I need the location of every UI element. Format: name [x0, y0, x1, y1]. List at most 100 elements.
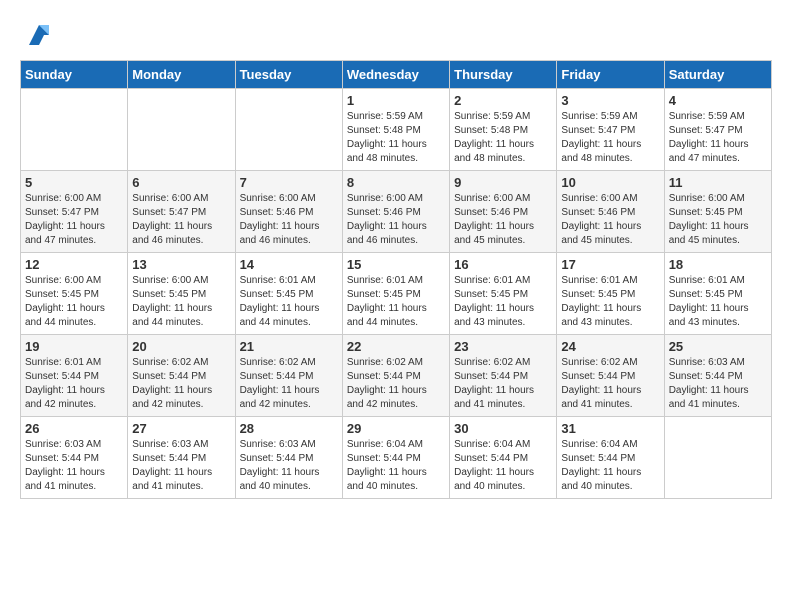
calendar-cell: 18 Sunrise: 6:01 AM Sunset: 5:45 PM Dayl… [664, 253, 771, 335]
calendar-cell: 28 Sunrise: 6:03 AM Sunset: 5:44 PM Dayl… [235, 417, 342, 499]
calendar-table: SundayMondayTuesdayWednesdayThursdayFrid… [20, 60, 772, 499]
day-number: 15 [347, 257, 445, 272]
calendar-cell [664, 417, 771, 499]
day-info: Sunrise: 6:00 AM Sunset: 5:46 PM Dayligh… [454, 192, 552, 248]
day-info: Sunrise: 6:01 AM Sunset: 5:45 PM Dayligh… [347, 274, 445, 330]
calendar-week-row: 1 Sunrise: 5:59 AM Sunset: 5:48 PM Dayli… [21, 89, 772, 171]
day-info: Sunrise: 6:00 AM Sunset: 5:47 PM Dayligh… [132, 192, 230, 248]
day-info: Sunrise: 6:00 AM Sunset: 5:46 PM Dayligh… [240, 192, 338, 248]
calendar-cell: 11 Sunrise: 6:00 AM Sunset: 5:45 PM Dayl… [664, 171, 771, 253]
day-number: 26 [25, 421, 123, 436]
calendar-cell: 24 Sunrise: 6:02 AM Sunset: 5:44 PM Dayl… [557, 335, 664, 417]
logo [20, 20, 54, 50]
calendar-cell: 1 Sunrise: 5:59 AM Sunset: 5:48 PM Dayli… [342, 89, 449, 171]
calendar-cell: 15 Sunrise: 6:01 AM Sunset: 5:45 PM Dayl… [342, 253, 449, 335]
day-info: Sunrise: 6:00 AM Sunset: 5:46 PM Dayligh… [561, 192, 659, 248]
day-info: Sunrise: 6:00 AM Sunset: 5:45 PM Dayligh… [25, 274, 123, 330]
calendar-cell: 26 Sunrise: 6:03 AM Sunset: 5:44 PM Dayl… [21, 417, 128, 499]
day-info: Sunrise: 6:01 AM Sunset: 5:45 PM Dayligh… [561, 274, 659, 330]
day-number: 22 [347, 339, 445, 354]
page-header [20, 20, 772, 50]
day-info: Sunrise: 6:00 AM Sunset: 5:46 PM Dayligh… [347, 192, 445, 248]
logo-icon [24, 20, 54, 50]
calendar-cell: 3 Sunrise: 5:59 AM Sunset: 5:47 PM Dayli… [557, 89, 664, 171]
day-info: Sunrise: 6:04 AM Sunset: 5:44 PM Dayligh… [454, 438, 552, 494]
day-info: Sunrise: 6:02 AM Sunset: 5:44 PM Dayligh… [561, 356, 659, 412]
day-info: Sunrise: 6:00 AM Sunset: 5:45 PM Dayligh… [669, 192, 767, 248]
day-info: Sunrise: 6:04 AM Sunset: 5:44 PM Dayligh… [347, 438, 445, 494]
day-info: Sunrise: 6:02 AM Sunset: 5:44 PM Dayligh… [240, 356, 338, 412]
calendar-cell: 12 Sunrise: 6:00 AM Sunset: 5:45 PM Dayl… [21, 253, 128, 335]
day-info: Sunrise: 6:02 AM Sunset: 5:44 PM Dayligh… [132, 356, 230, 412]
calendar-cell: 23 Sunrise: 6:02 AM Sunset: 5:44 PM Dayl… [450, 335, 557, 417]
day-number: 10 [561, 175, 659, 190]
calendar-cell: 8 Sunrise: 6:00 AM Sunset: 5:46 PM Dayli… [342, 171, 449, 253]
day-info: Sunrise: 6:01 AM Sunset: 5:45 PM Dayligh… [669, 274, 767, 330]
day-number: 8 [347, 175, 445, 190]
day-number: 18 [669, 257, 767, 272]
day-number: 29 [347, 421, 445, 436]
calendar-cell: 2 Sunrise: 5:59 AM Sunset: 5:48 PM Dayli… [450, 89, 557, 171]
day-info: Sunrise: 5:59 AM Sunset: 5:48 PM Dayligh… [454, 110, 552, 166]
calendar-cell: 13 Sunrise: 6:00 AM Sunset: 5:45 PM Dayl… [128, 253, 235, 335]
day-number: 14 [240, 257, 338, 272]
calendar-cell [128, 89, 235, 171]
calendar-cell: 20 Sunrise: 6:02 AM Sunset: 5:44 PM Dayl… [128, 335, 235, 417]
day-number: 25 [669, 339, 767, 354]
day-info: Sunrise: 6:02 AM Sunset: 5:44 PM Dayligh… [454, 356, 552, 412]
calendar-cell: 16 Sunrise: 6:01 AM Sunset: 5:45 PM Dayl… [450, 253, 557, 335]
day-number: 24 [561, 339, 659, 354]
calendar-cell: 9 Sunrise: 6:00 AM Sunset: 5:46 PM Dayli… [450, 171, 557, 253]
day-info: Sunrise: 6:01 AM Sunset: 5:44 PM Dayligh… [25, 356, 123, 412]
day-info: Sunrise: 5:59 AM Sunset: 5:48 PM Dayligh… [347, 110, 445, 166]
column-header-sunday: Sunday [21, 61, 128, 89]
column-header-saturday: Saturday [664, 61, 771, 89]
day-number: 19 [25, 339, 123, 354]
calendar-cell: 29 Sunrise: 6:04 AM Sunset: 5:44 PM Dayl… [342, 417, 449, 499]
day-info: Sunrise: 6:00 AM Sunset: 5:47 PM Dayligh… [25, 192, 123, 248]
column-header-wednesday: Wednesday [342, 61, 449, 89]
column-header-thursday: Thursday [450, 61, 557, 89]
day-number: 6 [132, 175, 230, 190]
day-info: Sunrise: 6:03 AM Sunset: 5:44 PM Dayligh… [669, 356, 767, 412]
day-number: 3 [561, 93, 659, 108]
day-info: Sunrise: 5:59 AM Sunset: 5:47 PM Dayligh… [561, 110, 659, 166]
column-header-monday: Monday [128, 61, 235, 89]
calendar-week-row: 26 Sunrise: 6:03 AM Sunset: 5:44 PM Dayl… [21, 417, 772, 499]
day-info: Sunrise: 6:04 AM Sunset: 5:44 PM Dayligh… [561, 438, 659, 494]
calendar-cell: 17 Sunrise: 6:01 AM Sunset: 5:45 PM Dayl… [557, 253, 664, 335]
day-number: 17 [561, 257, 659, 272]
calendar-cell: 25 Sunrise: 6:03 AM Sunset: 5:44 PM Dayl… [664, 335, 771, 417]
calendar-cell: 27 Sunrise: 6:03 AM Sunset: 5:44 PM Dayl… [128, 417, 235, 499]
day-number: 5 [25, 175, 123, 190]
day-number: 27 [132, 421, 230, 436]
day-number: 12 [25, 257, 123, 272]
day-number: 30 [454, 421, 552, 436]
column-header-friday: Friday [557, 61, 664, 89]
calendar-week-row: 19 Sunrise: 6:01 AM Sunset: 5:44 PM Dayl… [21, 335, 772, 417]
day-info: Sunrise: 6:03 AM Sunset: 5:44 PM Dayligh… [132, 438, 230, 494]
day-info: Sunrise: 6:02 AM Sunset: 5:44 PM Dayligh… [347, 356, 445, 412]
day-number: 1 [347, 93, 445, 108]
day-number: 13 [132, 257, 230, 272]
calendar-cell: 5 Sunrise: 6:00 AM Sunset: 5:47 PM Dayli… [21, 171, 128, 253]
day-number: 11 [669, 175, 767, 190]
day-info: Sunrise: 6:03 AM Sunset: 5:44 PM Dayligh… [240, 438, 338, 494]
calendar-week-row: 5 Sunrise: 6:00 AM Sunset: 5:47 PM Dayli… [21, 171, 772, 253]
column-header-tuesday: Tuesday [235, 61, 342, 89]
day-info: Sunrise: 6:01 AM Sunset: 5:45 PM Dayligh… [240, 274, 338, 330]
day-number: 23 [454, 339, 552, 354]
day-number: 2 [454, 93, 552, 108]
day-number: 21 [240, 339, 338, 354]
calendar-cell: 31 Sunrise: 6:04 AM Sunset: 5:44 PM Dayl… [557, 417, 664, 499]
calendar-cell: 10 Sunrise: 6:00 AM Sunset: 5:46 PM Dayl… [557, 171, 664, 253]
calendar-cell [21, 89, 128, 171]
calendar-cell [235, 89, 342, 171]
calendar-week-row: 12 Sunrise: 6:00 AM Sunset: 5:45 PM Dayl… [21, 253, 772, 335]
day-info: Sunrise: 6:03 AM Sunset: 5:44 PM Dayligh… [25, 438, 123, 494]
calendar-cell: 6 Sunrise: 6:00 AM Sunset: 5:47 PM Dayli… [128, 171, 235, 253]
day-number: 31 [561, 421, 659, 436]
day-number: 16 [454, 257, 552, 272]
calendar-cell: 7 Sunrise: 6:00 AM Sunset: 5:46 PM Dayli… [235, 171, 342, 253]
day-number: 20 [132, 339, 230, 354]
